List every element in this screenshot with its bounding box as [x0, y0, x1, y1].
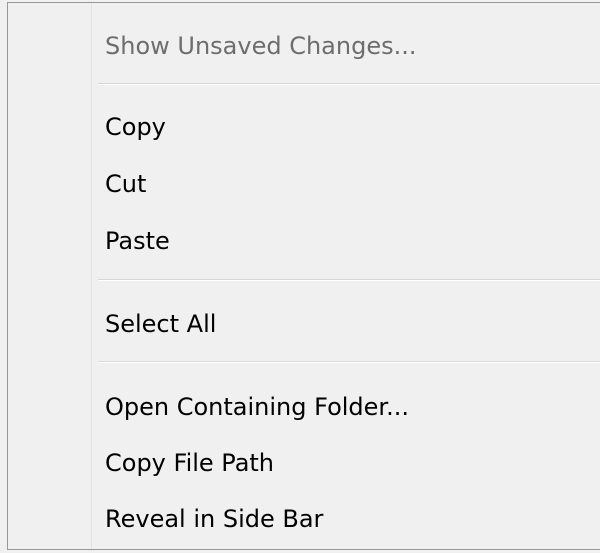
menu-item-copy-file-path[interactable]: Copy File Path: [105, 439, 274, 487]
menu-icon-gutter-divider: [91, 3, 92, 549]
menu-item-select-all[interactable]: Select All: [105, 300, 216, 348]
menu-separator: [98, 279, 600, 281]
menu-separator: [98, 361, 600, 363]
menu-item-reveal-in-side-bar[interactable]: Reveal in Side Bar: [105, 495, 323, 543]
menu-item-copy[interactable]: Copy: [105, 103, 166, 151]
menu-item-show-unsaved-changes: Show Unsaved Changes...: [105, 32, 417, 60]
menu-item-open-containing-folder[interactable]: Open Containing Folder...: [105, 383, 409, 431]
menu-item-paste[interactable]: Paste: [105, 217, 170, 265]
context-menu: Show Unsaved Changes... Copy Cut Paste S…: [7, 2, 600, 550]
menu-separator: [98, 83, 600, 85]
menu-item-cut[interactable]: Cut: [105, 160, 146, 208]
